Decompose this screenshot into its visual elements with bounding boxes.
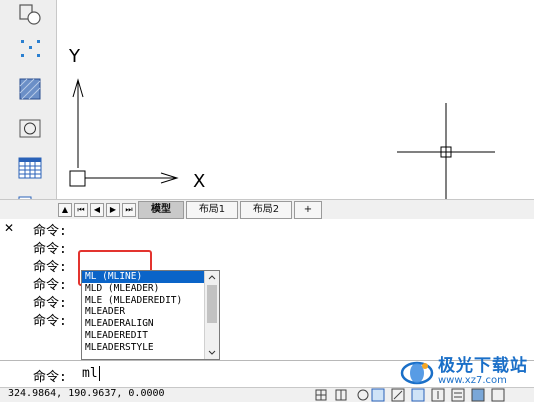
autocomplete-item[interactable]: MLEADERSTYLE: [82, 342, 219, 354]
tab-nav-start-icon[interactable]: ⏮: [74, 203, 88, 217]
tab-nav-next-icon[interactable]: ▶: [106, 203, 120, 217]
history-line: 命令:: [33, 296, 67, 311]
tab-model[interactable]: 模型: [138, 201, 184, 219]
watermark-logo-icon: [400, 361, 434, 385]
history-line: 命令:: [33, 314, 67, 329]
autocomplete-item[interactable]: MLEADEREDIT: [82, 330, 219, 342]
tab-nav-end-icon[interactable]: ⏭: [122, 203, 136, 217]
watermark-url: www.xz7.com: [438, 374, 507, 386]
tab-add[interactable]: +: [294, 201, 322, 219]
tab-layout2[interactable]: 布局2: [240, 201, 292, 219]
left-toolbar: A: [0, 0, 57, 218]
history-line: 命令:: [33, 278, 67, 293]
command-prompt-label: 命令:: [33, 370, 67, 385]
point-tool-icon[interactable]: [16, 36, 44, 62]
autocomplete-item[interactable]: MLEADERALIGN: [82, 318, 219, 330]
crosshair-cursor-icon: [397, 103, 495, 199]
tab-nav-first-icon[interactable]: ▲: [58, 203, 72, 217]
tab-layout1[interactable]: 布局1: [186, 201, 238, 219]
history-line: 命令:: [33, 224, 67, 239]
hatch-tool-icon[interactable]: [16, 76, 44, 102]
y-axis-label: Y: [68, 46, 81, 67]
autocomplete-scrollbar[interactable]: [204, 271, 219, 359]
rectangle-tool-icon[interactable]: [16, 2, 44, 28]
autocomplete-list[interactable]: ML (MLINE) MLD (MLEADER) MLE (MLEADEREDI…: [81, 270, 220, 360]
status-bar: 324.9864, 190.9637, 0.0000: [0, 387, 534, 402]
close-icon[interactable]: ✕: [4, 221, 14, 235]
watermark: 极光下载站 www.xz7.com: [400, 357, 528, 387]
autocomplete-item[interactable]: MLD (MLEADER): [82, 283, 219, 295]
scrollbar-thumb: [207, 285, 217, 323]
autocomplete-item[interactable]: ML (MLINE): [82, 271, 219, 283]
region-tool-icon[interactable]: [16, 116, 44, 142]
cursor-coordinates: 324.9864, 190.9637, 0.0000: [8, 388, 165, 399]
status-toggle-icons[interactable]: [314, 388, 534, 402]
command-input[interactable]: ml: [82, 366, 98, 381]
x-axis-label: X: [193, 171, 205, 192]
watermark-title: 极光下载站: [438, 355, 528, 376]
drawing-canvas[interactable]: Y X: [57, 0, 534, 200]
history-line: 命令:: [33, 242, 67, 257]
tab-nav-prev-icon[interactable]: ◀: [90, 203, 104, 217]
autocomplete-item[interactable]: MLEADER: [82, 306, 219, 318]
history-line: 命令:: [33, 260, 67, 275]
table-tool-icon[interactable]: [16, 155, 44, 181]
text-caret: [99, 366, 100, 381]
layout-tab-bar: ▲ ⏮ ◀ ▶ ⏭ 模型 布局1 布局2 +: [0, 199, 534, 220]
autocomplete-item[interactable]: MLE (MLEADEREDIT): [82, 295, 219, 307]
